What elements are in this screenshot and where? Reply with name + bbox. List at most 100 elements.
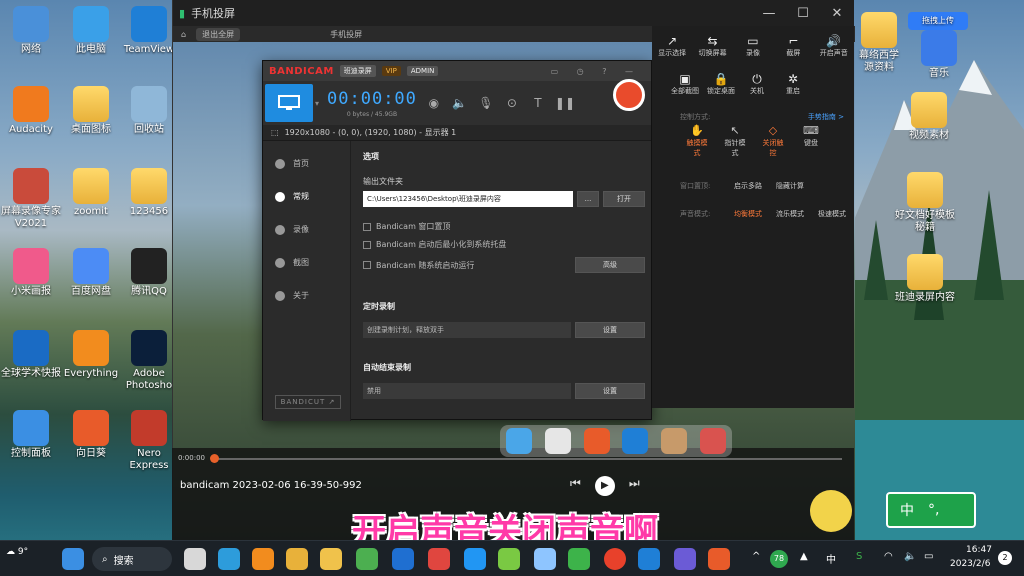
ctrl-second-3[interactable]: ✲ 重启 xyxy=(776,72,810,96)
camera-app-icon[interactable] xyxy=(544,428,571,454)
webcam-icon[interactable]: ◉ xyxy=(425,94,443,112)
sound-mode-2[interactable]: 极速模式 xyxy=(818,209,846,219)
teamviewer-taskbar-icon[interactable] xyxy=(638,548,660,570)
desktop-icon-right-1[interactable]: 音乐 xyxy=(908,30,970,80)
text-icon[interactable]: T xyxy=(529,94,547,112)
tray-badge[interactable]: 78 xyxy=(770,550,788,568)
autostop-settings-button[interactable]: 设置 xyxy=(575,383,645,399)
desktop-icon-right-2[interactable]: 视频素材 xyxy=(898,92,960,142)
desktop-icon-mi-icon[interactable]: 小米画报 xyxy=(0,248,62,298)
mic-icon[interactable]: 🎙 xyxy=(477,94,495,112)
bandicam-window[interactable]: BANDICAM 班迪录屏 VIP ADMIN ▭ ◷ ? — ▾ 00:00:… xyxy=(262,60,652,421)
check-always-on-top[interactable]: Bandicam 窗口置顶 xyxy=(363,221,645,232)
taskbar-search[interactable]: ⌕ 搜索 xyxy=(92,547,172,571)
weather-widget[interactable]: ☁ 9° xyxy=(6,547,28,557)
ctrl-top-2[interactable]: ▭ 录像 xyxy=(736,34,770,58)
ime-lang[interactable]: 中 xyxy=(900,500,914,520)
output-folder-input[interactable]: C:\Users\123456\Desktop\班迪录屏内容 xyxy=(363,191,573,207)
sound-mode-0[interactable]: 均衡模式 xyxy=(734,209,762,219)
desktop-icon-baidu-icon[interactable]: 百度网盘 xyxy=(60,248,122,298)
pause-icon[interactable]: ❚❚ xyxy=(555,94,575,112)
browse-button[interactable]: ... xyxy=(577,191,599,207)
notification-badge[interactable]: 2 xyxy=(998,551,1012,565)
desktop-icon-net-icon[interactable]: 网络 xyxy=(0,6,62,56)
desktop-icon-control-icon[interactable]: 控制面板 xyxy=(0,410,62,460)
cursor-icon[interactable]: ⊙ xyxy=(503,94,521,112)
ctrl-second-0[interactable]: ▣ 全部截图 xyxy=(668,72,702,96)
screen-mode-button[interactable] xyxy=(265,84,313,122)
app-icon-3[interactable] xyxy=(392,548,414,570)
vip-badge[interactable]: VIP xyxy=(381,66,401,76)
store-icon[interactable] xyxy=(286,548,308,570)
taskview-icon[interactable] xyxy=(184,548,206,570)
desktop-icon-teamviewer-icon[interactable]: TeamView xyxy=(118,6,180,56)
control-mode-2[interactable]: ◇ 关闭触控 xyxy=(762,124,784,158)
schedule-settings-button[interactable]: 设置 xyxy=(575,322,645,338)
ctrl-top-0[interactable]: ↗ 显示选择 xyxy=(655,34,689,58)
ctrl-top-3[interactable]: ⌐ 截屏 xyxy=(776,34,810,58)
desktop-icon-pc-icon[interactable]: 此电脑 xyxy=(60,6,122,56)
everything-taskbar-icon[interactable] xyxy=(252,548,274,570)
desktop-icon-ps-icon[interactable]: Adobe Photosho xyxy=(118,330,180,392)
maximize-button[interactable]: ☐ xyxy=(786,6,820,21)
desktop-icon-folder-icon[interactable]: 123456 xyxy=(118,168,180,218)
nav-item-3[interactable]: 截图 xyxy=(263,246,350,279)
desktop-icon-sunflower-icon[interactable]: 向日葵 xyxy=(60,410,122,460)
baidu-taskbar-icon[interactable] xyxy=(534,548,556,570)
desktop-icon-recycle-icon[interactable]: 回收站 xyxy=(118,86,180,136)
tray-icon-s[interactable]: S xyxy=(856,551,862,562)
speaker-icon[interactable]: 🔈 xyxy=(451,94,469,112)
desktop-icon-nero-icon[interactable]: Nero Express xyxy=(118,410,180,472)
nav-item-4[interactable]: 关于 xyxy=(263,279,350,312)
desktop-icon-cnki-icon[interactable]: 全球学术快报 xyxy=(0,330,62,380)
tray-lang[interactable]: 中 xyxy=(826,551,836,566)
app-icon-1[interactable] xyxy=(218,548,240,570)
tools-app-icon[interactable] xyxy=(699,428,726,454)
bandicut-button[interactable]: BANDICUT ↗ xyxy=(275,395,341,409)
desktop-icon-audacity-icon[interactable]: Audacity xyxy=(0,86,62,136)
play-icon[interactable]: ▶ xyxy=(594,476,615,496)
gesture-guide-link[interactable]: 手势指南 > xyxy=(808,112,844,122)
sound-mode-1[interactable]: 流乐模式 xyxy=(776,209,804,219)
control-mode-3[interactable]: ⌨ 键盘 xyxy=(800,124,822,158)
explorer-icon[interactable] xyxy=(320,548,342,570)
baidu-upload-widget[interactable]: 拖拽上传 xyxy=(908,12,968,30)
bandicam-taskbar-icon[interactable] xyxy=(604,548,626,570)
timeline-handle[interactable] xyxy=(210,454,219,463)
exit-fullscreen-chip[interactable]: 退出全屏 xyxy=(196,27,241,41)
clock-date[interactable]: 2023/2/6 xyxy=(950,559,990,569)
app-icon-6[interactable] xyxy=(498,548,520,570)
wifi-icon[interactable]: ◠ xyxy=(884,551,893,562)
open-folder-button[interactable]: 打开 xyxy=(603,191,645,207)
check-run-on-startup[interactable]: Bandicam 随系统启动运行 xyxy=(363,260,571,271)
ime-toolbar[interactable]: 中 °, xyxy=(886,492,976,528)
desktop-icon-right-0[interactable]: 幕络西学 源资料 xyxy=(848,12,910,74)
mode-dropdown-icon[interactable]: ▾ xyxy=(315,99,319,108)
ctrl-top-1[interactable]: ⇆ 切换屏幕 xyxy=(696,34,730,58)
desktop-icon-folder-icon[interactable]: zoomit xyxy=(60,168,122,218)
mirror-titlebar[interactable]: ▮ 手机投屏 — ☐ ✕ xyxy=(173,0,854,26)
check-minimize-tray[interactable]: Bandicam 启动后最小化到系统托盘 xyxy=(363,239,645,250)
wechat-icon[interactable] xyxy=(568,548,590,570)
nav-item-2[interactable]: 录像 xyxy=(263,213,350,246)
player-icon[interactable] xyxy=(674,548,696,570)
nav-item-0[interactable]: 首页 xyxy=(263,147,350,180)
record-button[interactable] xyxy=(613,79,645,111)
ime-punct[interactable]: °, xyxy=(928,502,939,518)
app-icon-5[interactable] xyxy=(464,548,486,570)
tray-expand-icon[interactable]: ^ xyxy=(752,551,760,562)
advanced-button[interactable]: 高级 xyxy=(575,257,645,273)
close-button[interactable]: ✕ xyxy=(820,6,854,21)
ctrl-top-4[interactable]: 🔊 开启声音 xyxy=(817,34,851,58)
desktop-icon-qq-icon[interactable]: 腾讯QQ xyxy=(118,248,180,298)
start-icon[interactable] xyxy=(62,548,84,570)
volume-icon[interactable]: 🔈 xyxy=(904,551,916,562)
minimize-button[interactable]: — xyxy=(752,6,786,21)
prev-icon[interactable]: ⏮ xyxy=(570,476,581,496)
desktop-icon-everything-icon[interactable]: Everything xyxy=(60,330,122,380)
desktop-icon-right-4[interactable]: 班迪录屏内容 xyxy=(894,254,956,304)
sunflower-app-icon[interactable] xyxy=(583,428,610,454)
control-mode-1[interactable]: ↖ 指针模式 xyxy=(724,124,746,158)
nav-item-1[interactable]: 常规 xyxy=(263,180,350,213)
folder-app-icon[interactable] xyxy=(660,428,687,454)
